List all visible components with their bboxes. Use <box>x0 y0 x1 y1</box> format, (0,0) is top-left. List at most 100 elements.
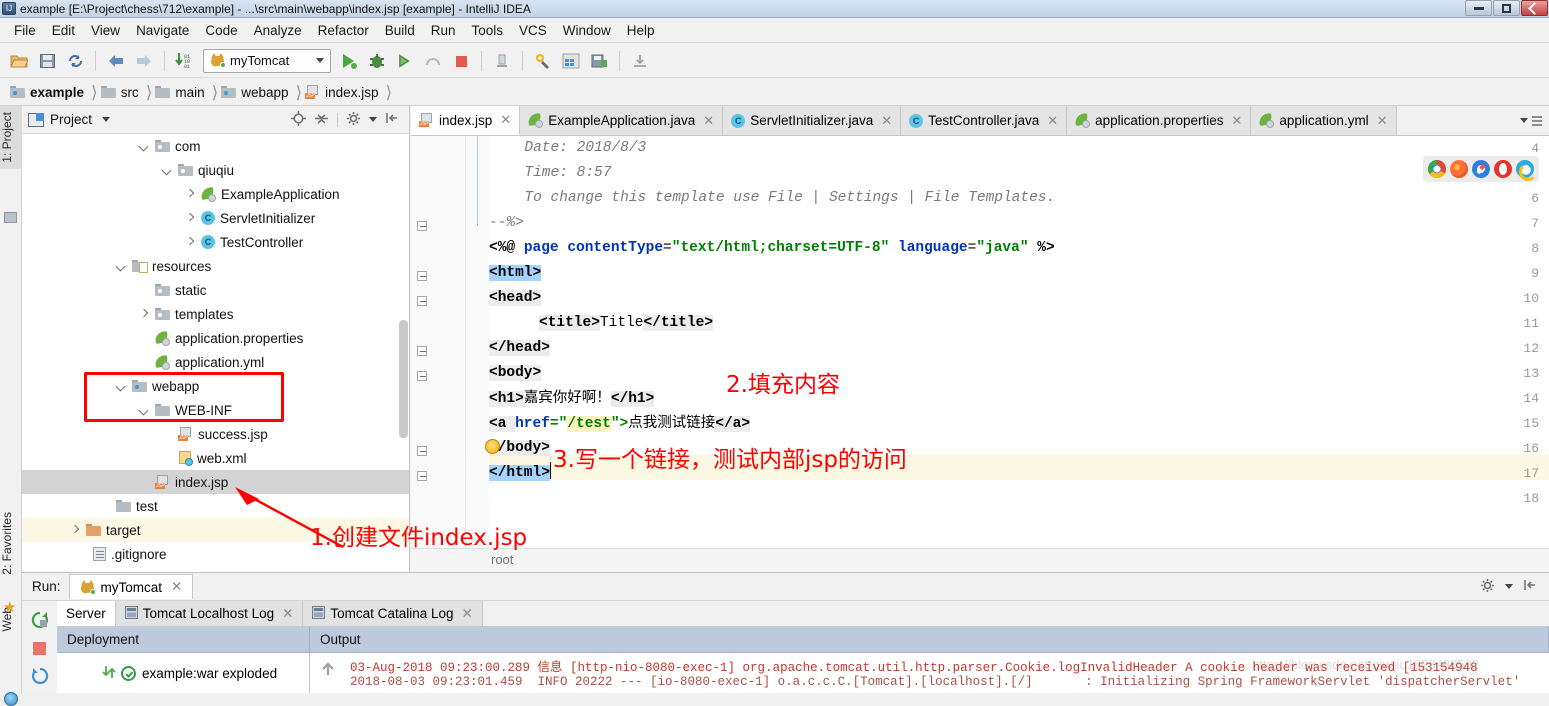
project-tree-scrollbar[interactable] <box>399 320 408 438</box>
fold-marker[interactable] <box>417 346 427 356</box>
debug-button-icon[interactable] <box>364 48 390 74</box>
fold-marker[interactable] <box>417 446 427 456</box>
chevron-down-icon[interactable] <box>162 165 173 176</box>
chevron-down-icon[interactable] <box>1505 584 1513 589</box>
scroll-up-icon[interactable] <box>318 659 338 679</box>
close-icon[interactable]: ✕ <box>500 112 511 128</box>
redeploy-icon[interactable] <box>27 663 53 689</box>
sidebar-tab-project[interactable]: 1: Project <box>0 106 22 169</box>
fold-marker[interactable] <box>417 296 427 306</box>
attach-debugger-icon[interactable] <box>489 48 515 74</box>
menu-navigate[interactable]: Navigate <box>128 20 197 41</box>
tree-node-com[interactable]: com <box>22 134 409 158</box>
deployment-row[interactable]: example:war exploded <box>57 653 310 693</box>
safari-icon[interactable] <box>1472 160 1490 178</box>
run-button-icon[interactable] <box>336 48 362 74</box>
deploy-icon[interactable] <box>586 48 612 74</box>
menu-code[interactable]: Code <box>197 20 245 41</box>
project-tree[interactable]: com qiuqiu ExampleApplication C ServletI… <box>22 134 409 572</box>
chevron-right-icon[interactable] <box>139 309 150 320</box>
fold-marker[interactable] <box>417 371 427 381</box>
hide-run-panel-icon[interactable] <box>1523 578 1537 595</box>
close-icon[interactable]: ✕ <box>703 113 714 129</box>
menu-file[interactable]: File <box>6 20 44 41</box>
close-icon[interactable]: ✕ <box>881 113 892 129</box>
profile-icon[interactable] <box>420 48 446 74</box>
tree-node-success-jsp[interactable]: JSP success.jsp <box>22 422 409 446</box>
scroll-from-source-icon[interactable] <box>291 110 306 129</box>
breadcrumb-item-src[interactable]: src <box>99 79 145 106</box>
tree-node-templates[interactable]: templates <box>22 302 409 326</box>
stop-button-icon[interactable] <box>448 48 474 74</box>
chevron-down-icon[interactable] <box>139 405 150 416</box>
tree-node-application-properties[interactable]: application.properties <box>22 326 409 350</box>
editor-tab-application-yml[interactable]: application.yml ✕ <box>1251 106 1397 135</box>
tree-node-index-jsp[interactable]: JSP index.jsp <box>22 470 409 494</box>
settings-gear-icon[interactable] <box>530 48 556 74</box>
close-icon[interactable]: ✕ <box>171 579 182 595</box>
intention-bulb-icon[interactable] <box>485 439 500 454</box>
editor-tabs-menu[interactable] <box>1514 106 1549 135</box>
chevron-right-icon[interactable] <box>185 213 196 224</box>
run-settings-gear-icon[interactable] <box>1480 578 1495 596</box>
menu-analyze[interactable]: Analyze <box>246 20 310 41</box>
tree-node-servletinitializer[interactable]: C ServletInitializer <box>22 206 409 230</box>
chevron-down-icon[interactable] <box>102 117 111 122</box>
editor-tab-exampleapplication[interactable]: ExampleApplication.java ✕ <box>520 106 724 135</box>
breadcrumb-item-webapp[interactable]: webapp <box>219 79 294 106</box>
chrome-icon[interactable] <box>1428 160 1446 178</box>
download-icon[interactable] <box>627 48 653 74</box>
breadcrumb-item-indexjsp[interactable]: JSP index.jsp <box>303 79 384 106</box>
chevron-down-icon[interactable] <box>369 117 377 122</box>
run-tab-server[interactable]: Server <box>57 601 116 626</box>
project-structure-icon[interactable] <box>558 48 584 74</box>
breadcrumb-item-main[interactable]: main <box>153 79 210 106</box>
save-all-icon[interactable] <box>34 48 60 74</box>
tree-node-web-inf[interactable]: WEB-INF <box>22 398 409 422</box>
tree-node-exampleapplication[interactable]: ExampleApplication <box>22 182 409 206</box>
chevron-down-icon[interactable] <box>139 141 150 152</box>
close-icon[interactable]: ✕ <box>1047 113 1058 129</box>
breadcrumb-item-example[interactable]: example <box>8 79 90 106</box>
update-project-icon[interactable]: 01 10 01 <box>172 48 198 74</box>
menu-tools[interactable]: Tools <box>464 20 512 41</box>
navigate-forward-icon[interactable] <box>131 48 157 74</box>
tree-node-web-xml[interactable]: web.xml <box>22 446 409 470</box>
tree-node-testcontroller[interactable]: C TestController <box>22 230 409 254</box>
stop-icon[interactable] <box>27 635 53 661</box>
run-configuration-selector[interactable]: myTomcat <box>203 48 331 73</box>
fold-marker[interactable] <box>417 271 427 281</box>
tree-node-webapp[interactable]: webapp <box>22 374 409 398</box>
firefox-icon[interactable] <box>1450 160 1468 178</box>
tree-node-resources[interactable]: resources <box>22 254 409 278</box>
editor-tab-index-jsp[interactable]: JSP index.jsp ✕ <box>411 106 521 135</box>
editor-tab-servletinitializer[interactable]: C ServletInitializer.java ✕ <box>723 106 902 135</box>
collapse-all-icon[interactable] <box>314 111 329 129</box>
chevron-right-icon[interactable] <box>185 189 196 200</box>
menu-build[interactable]: Build <box>377 20 423 41</box>
menu-run[interactable]: Run <box>423 20 464 41</box>
console-output[interactable]: 03-Aug-2018 09:23:00.289 信息 [http-nio-80… <box>310 653 1549 693</box>
tree-node-application-yml[interactable]: application.yml <box>22 350 409 374</box>
close-icon[interactable]: ✕ <box>1231 113 1242 129</box>
synchronize-icon[interactable] <box>62 48 88 74</box>
menu-window[interactable]: Window <box>555 20 619 41</box>
menu-refactor[interactable]: Refactor <box>310 20 377 41</box>
menu-help[interactable]: Help <box>619 20 663 41</box>
fold-marker[interactable] <box>417 221 427 231</box>
minimize-button[interactable] <box>1465 0 1492 16</box>
chevron-right-icon[interactable] <box>185 237 196 248</box>
maximize-button[interactable] <box>1493 0 1520 16</box>
close-icon[interactable]: ✕ <box>462 606 473 622</box>
menu-vcs[interactable]: VCS <box>511 20 555 41</box>
tree-node-test[interactable]: test <box>22 494 409 518</box>
fold-marker[interactable] <box>417 471 427 481</box>
close-button[interactable] <box>1521 0 1548 16</box>
open-project-icon[interactable] <box>6 48 32 74</box>
navigate-back-icon[interactable] <box>103 48 129 74</box>
run-tab-tomcat-catalina-log[interactable]: Tomcat Catalina Log ✕ <box>303 601 483 626</box>
menu-view[interactable]: View <box>83 20 128 41</box>
close-icon[interactable]: ✕ <box>1377 113 1388 129</box>
chevron-down-icon[interactable] <box>116 261 127 272</box>
panel-settings-gear-icon[interactable] <box>346 111 361 129</box>
